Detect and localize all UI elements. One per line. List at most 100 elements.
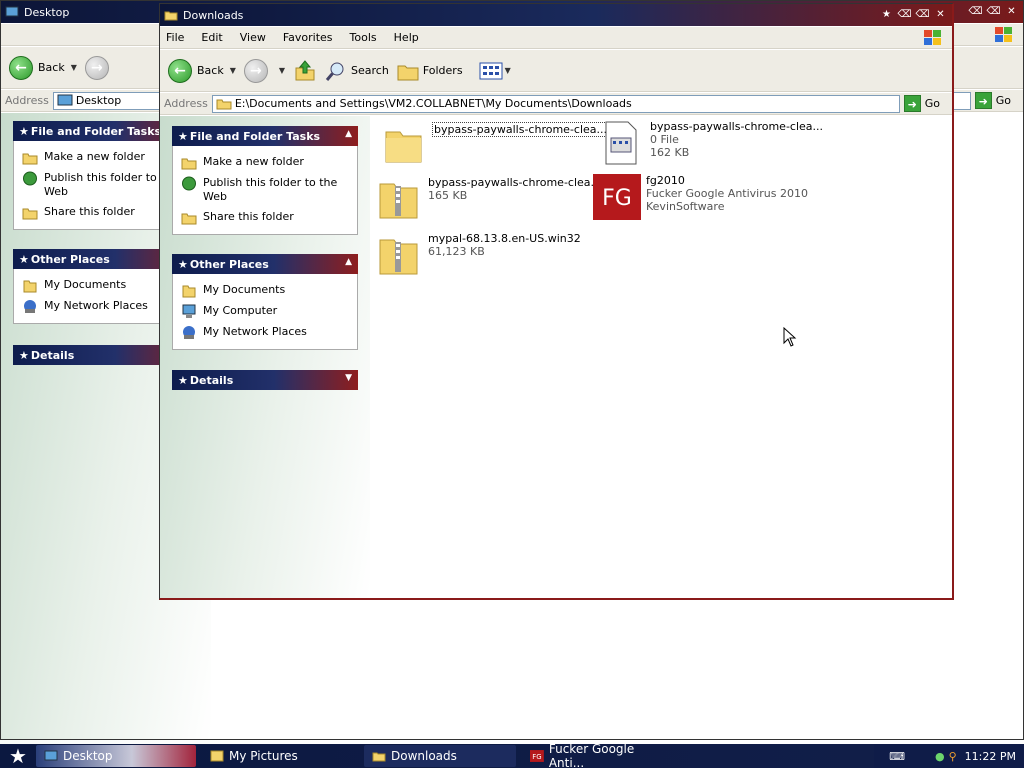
- maximize-button[interactable]: ⌫: [986, 4, 1001, 19]
- go-button[interactable]: ➜ Go: [974, 92, 1011, 109]
- minimize-button[interactable]: ⌫: [897, 7, 912, 22]
- my-network-places-link[interactable]: My Network Places: [181, 322, 349, 343]
- folder-icon: [372, 752, 386, 762]
- search-tray-icon[interactable]: ⚲: [949, 750, 957, 763]
- forward-button[interactable]: →: [84, 55, 114, 80]
- folder-icon: [164, 11, 178, 21]
- collapse-icon[interactable]: ▲: [345, 129, 352, 139]
- windows-logo-icon: [924, 30, 941, 45]
- desktop-icon: [44, 750, 58, 761]
- search-button[interactable]: Search: [325, 60, 389, 82]
- back-arrow-icon: ←: [9, 55, 33, 80]
- folder-icon: [385, 131, 422, 163]
- documents-icon: [182, 285, 196, 298]
- desktop-title: Desktop: [24, 5, 70, 19]
- downloads-sidebar: ★ File and Folder Tasks ▲ Make a new folde…: [160, 116, 370, 598]
- views-icon: [479, 62, 503, 79]
- file-item[interactable]: bypass-paywalls-chrome-clea... 165 KB: [374, 176, 601, 222]
- my-documents-link[interactable]: My Documents: [181, 280, 349, 301]
- details-panel: ★ Details ▼: [172, 370, 358, 390]
- share-folder-icon: [22, 208, 38, 220]
- new-folder-icon: [22, 153, 38, 165]
- svg-text:FG: FG: [602, 186, 632, 211]
- maximize-button[interactable]: ⌫: [915, 7, 930, 22]
- fg-app-icon: FG: [593, 174, 641, 220]
- share-folder-link[interactable]: Share this folder: [181, 207, 349, 228]
- collapse-icon[interactable]: ▲: [345, 257, 352, 267]
- file-list: bypass-paywalls-chrome-clea... bypass-pa…: [370, 116, 952, 598]
- views-button[interactable]: ▼: [479, 61, 511, 81]
- downloads-titlebar[interactable]: Downloads ★ ⌫ ⌫ ✕: [160, 4, 952, 26]
- close-button[interactable]: ✕: [933, 7, 948, 22]
- go-button[interactable]: ➜ Go: [903, 95, 940, 112]
- downloads-toolbar: ← Back ▼ → ▼ Search Folders ▼: [160, 50, 952, 92]
- taskbar: ★ Desktop My Pictures Downloads FG Fucke…: [0, 742, 1024, 768]
- close-button[interactable]: ✕: [1004, 4, 1019, 19]
- back-arrow-icon: ←: [168, 58, 192, 83]
- back-button[interactable]: ← Back ▼: [168, 58, 236, 83]
- downloads-menubar: File Edit View Favorites Tools Help: [160, 27, 952, 49]
- minimize-button[interactable]: ⌫: [968, 4, 983, 19]
- file-item[interactable]: bypass-paywalls-chrome-clea...: [378, 122, 610, 168]
- zip-folder-icon: [379, 239, 418, 275]
- clock: 11:22 PM: [964, 749, 1016, 763]
- documents-icon: [23, 280, 37, 293]
- file-item[interactable]: mypal-68.13.8.en-US.win32 61,123 KB: [374, 232, 581, 278]
- mouse-cursor-icon: [783, 327, 797, 347]
- desktop-icon: [5, 6, 19, 17]
- new-folder-icon: [181, 158, 197, 170]
- file-folder-tasks-panel: ★ File and Folder Tasks ▲ Make a new folde…: [172, 126, 358, 235]
- globe-icon: [23, 171, 37, 186]
- task-my-pictures[interactable]: My Pictures: [202, 745, 360, 767]
- other-places-panel: ★ Other Places ▲ My Documents My Computer …: [172, 254, 358, 350]
- task-fucker-google-antivirus[interactable]: FG Fucker Google Anti...: [522, 742, 672, 768]
- zip-folder-icon: [379, 183, 418, 219]
- network-tray-icon[interactable]: ●: [935, 750, 945, 763]
- expand-icon[interactable]: ▼: [345, 373, 352, 383]
- folders-button[interactable]: Folders: [397, 61, 463, 81]
- publish-folder-link[interactable]: Publish this folder to the Web: [181, 173, 349, 207]
- menu-help[interactable]: Help: [394, 31, 419, 44]
- start-button[interactable]: ★: [0, 744, 36, 768]
- network-icon: [183, 326, 195, 339]
- menu-file[interactable]: File: [166, 31, 184, 44]
- go-arrow-icon: ➜: [974, 92, 992, 109]
- pictures-icon: [210, 750, 224, 762]
- task-downloads[interactable]: Downloads: [364, 745, 516, 767]
- file-icon: [605, 121, 637, 165]
- up-folder-button[interactable]: [293, 59, 317, 83]
- menu-favorites[interactable]: Favorites: [283, 31, 333, 44]
- panel-header[interactable]: ★ Details ▼: [172, 370, 358, 390]
- make-new-folder-link[interactable]: Make a new folder: [181, 152, 349, 173]
- up-folder-icon: [295, 59, 315, 80]
- panel-header[interactable]: ★ File and Folder Tasks ▲: [172, 126, 358, 146]
- share-folder-icon: [181, 213, 197, 225]
- system-tray: ⌨ ● ⚲ 11:22 PM: [874, 744, 1024, 768]
- forward-button[interactable]: → ▼: [243, 58, 285, 83]
- address-field[interactable]: E:\Documents and Settings\VM2.COLLABNET\…: [211, 94, 900, 113]
- folders-icon: [397, 65, 419, 80]
- menu-view[interactable]: View: [240, 31, 266, 44]
- menu-edit[interactable]: Edit: [201, 31, 222, 44]
- keyboard-icon[interactable]: ⌨: [889, 750, 905, 763]
- downloads-address-bar: Address E:\Documents and Settings\VM2.CO…: [160, 93, 952, 115]
- computer-icon: [182, 304, 196, 318]
- menu-tools[interactable]: Tools: [350, 31, 377, 44]
- star-icon: ★: [882, 9, 891, 20]
- panel-header[interactable]: ★ Other Places ▲: [172, 254, 358, 274]
- globe-icon: [182, 176, 196, 191]
- go-arrow-icon: ➜: [903, 95, 921, 112]
- file-item[interactable]: bypass-paywalls-chrome-clea... 0 File 16…: [596, 120, 823, 166]
- forward-arrow-icon: →: [243, 58, 268, 83]
- task-desktop[interactable]: Desktop: [36, 745, 196, 767]
- network-icon: [24, 300, 36, 313]
- downloads-window: Downloads ★ ⌫ ⌫ ✕ File Edit View Favorit…: [159, 3, 954, 600]
- back-button[interactable]: ← Back ▼: [9, 55, 77, 80]
- folder-icon: [216, 99, 232, 110]
- desktop-icon: [57, 94, 73, 106]
- svg-text:FG: FG: [532, 753, 541, 761]
- forward-arrow-icon: →: [84, 55, 109, 80]
- my-computer-link[interactable]: My Computer: [181, 301, 349, 322]
- search-icon: [325, 62, 344, 81]
- file-item[interactable]: FG fg2010 Fucker Google Antivirus 2010 K…: [592, 174, 808, 220]
